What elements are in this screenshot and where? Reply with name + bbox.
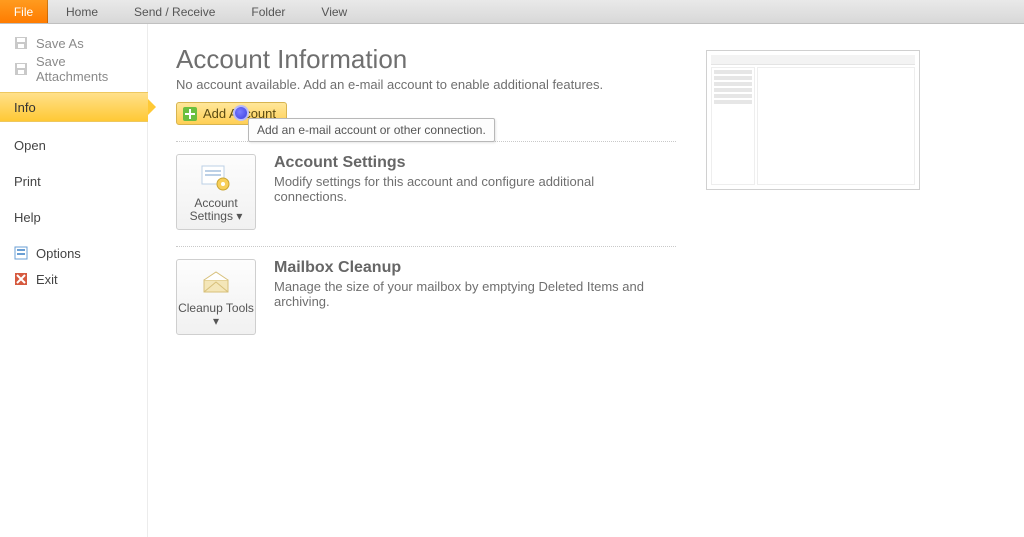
sidebar-item-label: Info (14, 100, 36, 115)
account-settings-button-label: Account Settings ▾ (177, 197, 255, 223)
sidebar-item-save-attachments: Save Attachments (0, 56, 147, 82)
sidebar-item-label: Save Attachments (36, 54, 133, 84)
account-settings-body: Modify settings for this account and con… (274, 174, 654, 204)
divider (176, 246, 676, 247)
plus-icon (183, 107, 197, 121)
account-preview-thumbnail (706, 50, 920, 190)
chevron-down-icon: ▾ (236, 209, 242, 223)
add-account-tooltip: Add an e-mail account or other connectio… (248, 118, 495, 142)
sidebar-item-exit[interactable]: Exit (0, 266, 147, 292)
sidebar-item-label: Open (14, 138, 46, 153)
sidebar-item-options[interactable]: Options (0, 240, 147, 266)
ribbon-tab-file[interactable]: File (0, 0, 48, 23)
ribbon-tab-view[interactable]: View (303, 0, 365, 23)
sidebar-item-help[interactable]: Help (0, 204, 147, 230)
cleanup-icon (199, 268, 233, 298)
page-subtitle: No account available. Add an e-mail acco… (176, 77, 676, 92)
sidebar-item-label: Help (14, 210, 41, 225)
exit-icon (14, 272, 28, 286)
ribbon-tab-home[interactable]: Home (48, 0, 116, 23)
sidebar-item-label: Print (14, 174, 41, 189)
sidebar-item-print[interactable]: Print (0, 168, 147, 194)
mailbox-cleanup-heading: Mailbox Cleanup (274, 259, 654, 277)
chevron-down-icon: ▾ (213, 314, 219, 328)
ribbon-tabs: File Home Send / Receive Folder View (0, 0, 1024, 24)
save-icon (14, 62, 28, 76)
sidebar-item-label: Exit (36, 272, 58, 287)
page-title: Account Information (176, 44, 676, 75)
sidebar-item-save-as: Save As (0, 30, 147, 56)
section-account-settings: Account Settings ▾ Account Settings Modi… (176, 154, 676, 230)
cleanup-tools-button[interactable]: Cleanup Tools ▾ (176, 259, 256, 335)
sidebar-item-label: Options (36, 246, 81, 261)
ribbon-tab-send-receive[interactable]: Send / Receive (116, 0, 233, 23)
sidebar-item-info[interactable]: Info (0, 92, 148, 122)
backstage-content: Account Information No account available… (148, 24, 1024, 537)
mailbox-cleanup-body: Manage the size of your mailbox by empty… (274, 279, 654, 309)
ribbon-tab-folder[interactable]: Folder (233, 0, 303, 23)
account-settings-icon (199, 163, 233, 193)
section-mailbox-cleanup: Cleanup Tools ▾ Mailbox Cleanup Manage t… (176, 259, 676, 335)
sidebar-item-label: Save As (36, 36, 84, 51)
account-settings-heading: Account Settings (274, 154, 654, 172)
sidebar-item-open[interactable]: Open (0, 132, 147, 158)
save-icon (14, 36, 28, 50)
options-icon (14, 246, 28, 260)
account-settings-button[interactable]: Account Settings ▾ (176, 154, 256, 230)
cleanup-tools-button-label: Cleanup Tools ▾ (177, 302, 255, 328)
backstage-sidebar: Save As Save Attachments Info Open Print… (0, 24, 148, 537)
